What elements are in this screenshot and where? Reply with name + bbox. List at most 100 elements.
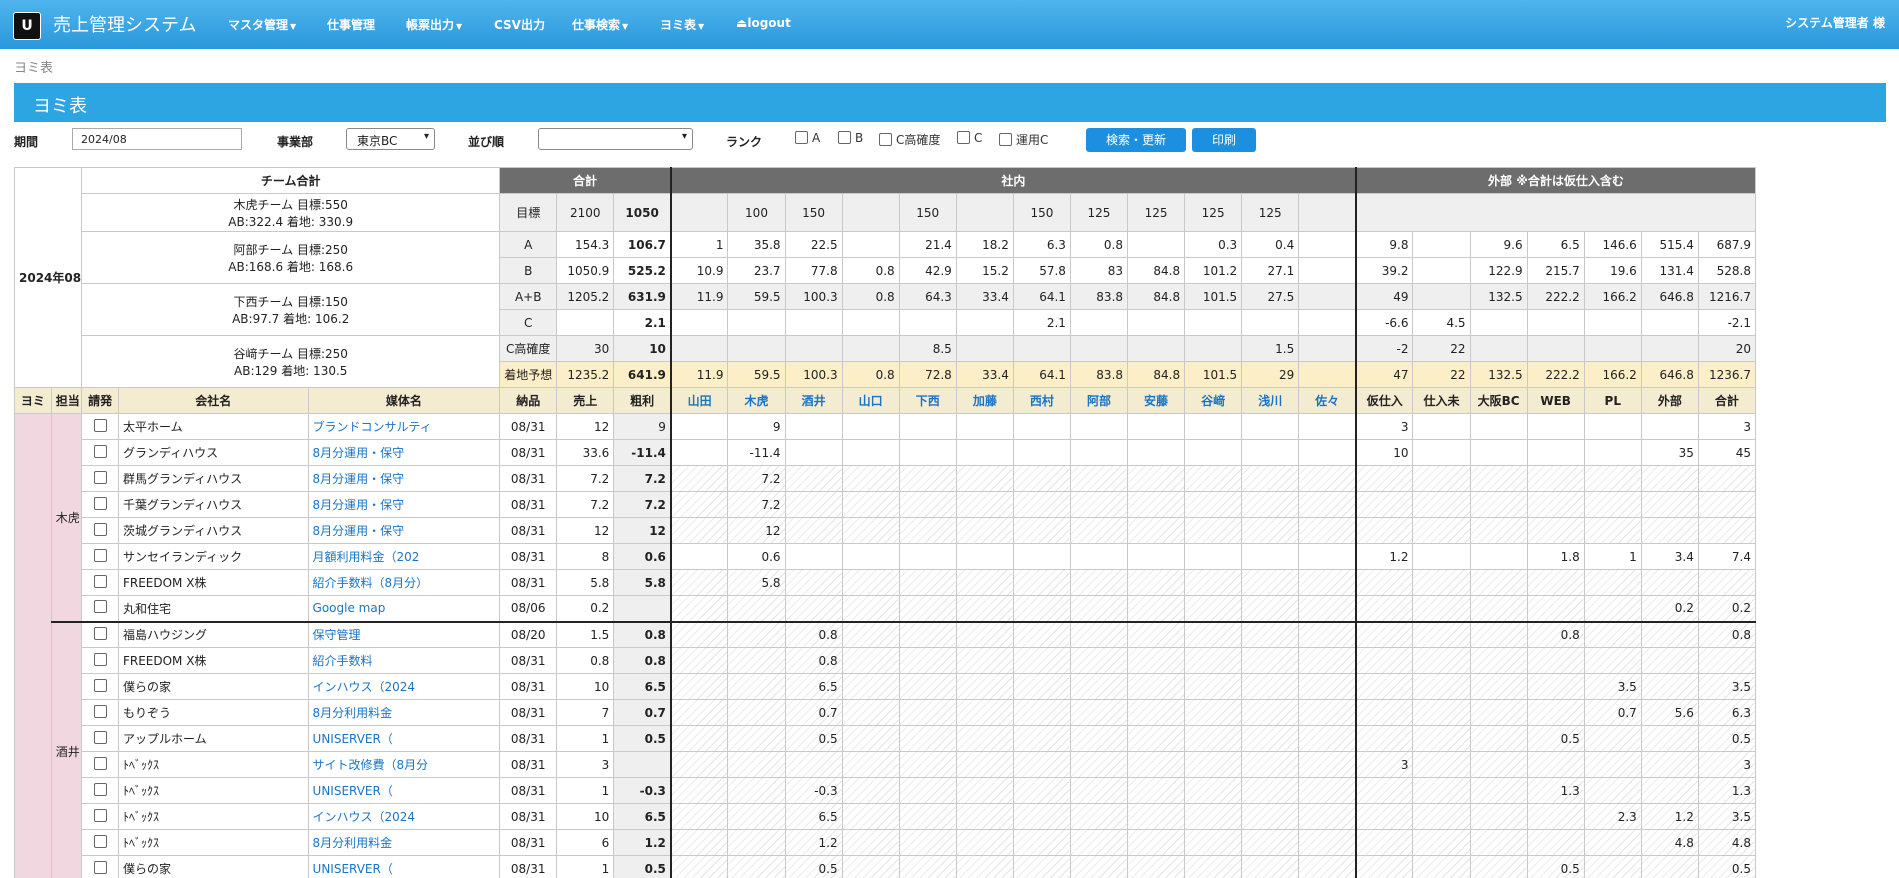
media-link[interactable]: 保守管理 xyxy=(307,620,501,648)
person-column-header[interactable]: 山口 xyxy=(841,387,900,414)
invoice-checkbox-cell[interactable] xyxy=(81,673,119,700)
invoice-checkbox-cell[interactable] xyxy=(81,595,119,622)
person-column-header[interactable]: 浅川 xyxy=(1241,387,1300,414)
rank-checkbox-c-high[interactable]: C高確度 xyxy=(879,131,940,148)
table-row[interactable]: 茨城グランディハウス 8月分運用・保守 08/31 12 12 12 xyxy=(15,517,1756,544)
media-link[interactable]: UNISERVER（ xyxy=(307,855,501,878)
table-row[interactable]: サンセイランディック 月額利用料金（202 08/31 8 0.6 0.6 1.2 1.8 1 3… xyxy=(15,543,1756,570)
invoice-checkbox[interactable] xyxy=(93,756,107,770)
invoice-checkbox-cell[interactable] xyxy=(81,647,119,674)
media-link[interactable]: 8月分利用料金 xyxy=(307,699,501,726)
media-link[interactable]: 紹介手数料 xyxy=(307,647,501,674)
person-column-header[interactable]: 佐々 xyxy=(1298,387,1357,414)
table-row[interactable]: ﾄﾍﾞｯｸｽ サイト改修費（8月分 08/31 3 3 3 xyxy=(15,751,1756,778)
table-row[interactable]: グランディハウス 8月分運用・保守 08/31 33.6 -11.4 -11.4 10 35 4… xyxy=(15,439,1756,466)
invoice-checkbox[interactable] xyxy=(93,860,107,874)
media-link[interactable]: インハウス（2024 xyxy=(307,803,501,830)
table-row[interactable]: 群馬グランディハウス 8月分運用・保守 08/31 7.2 7.2 7.2 xyxy=(15,465,1756,492)
invoice-checkbox[interactable] xyxy=(93,496,107,510)
table-row[interactable]: FREEDOM X株 紹介手数料 08/31 0.8 0.8 0.8 xyxy=(15,647,1756,674)
invoice-checkbox-cell[interactable] xyxy=(81,751,119,778)
person-column-header[interactable]: 西村 xyxy=(1012,387,1071,414)
table-row[interactable]: 丸和住宅 Google map 08/06 0.2 0.2 0.2 xyxy=(15,595,1756,622)
app-title[interactable]: 売上管理システム xyxy=(53,11,196,37)
invoice-checkbox[interactable] xyxy=(93,652,107,666)
invoice-checkbox[interactable] xyxy=(93,834,107,848)
invoice-checkbox[interactable] xyxy=(93,730,107,744)
invoice-checkbox[interactable] xyxy=(93,808,107,822)
table-row[interactable]: 木虎 太平ホーム ブランドコンサルティ 08/31 12 9 9 3 3 xyxy=(14,413,1756,878)
invoice-checkbox-cell[interactable] xyxy=(81,439,119,466)
media-link[interactable]: UNISERVER（ xyxy=(307,777,501,804)
print-button[interactable]: 印刷 xyxy=(1192,128,1256,152)
table-row[interactable]: 千葉グランディハウス 8月分運用・保守 08/31 7.2 7.2 7.2 xyxy=(15,491,1756,518)
invoice-checkbox[interactable] xyxy=(93,444,107,458)
sort-select[interactable]: ▾ xyxy=(538,128,693,150)
nav-csv[interactable]: CSV出力 xyxy=(494,16,545,33)
person-column-header[interactable]: 加藤 xyxy=(955,387,1014,414)
media-link[interactable]: インハウス（2024 xyxy=(307,673,501,700)
division-select[interactable]: 東京BC ▾ xyxy=(346,128,435,150)
person-column-header[interactable]: 山田 xyxy=(669,387,729,414)
table-row[interactable]: 酒井 福島ハウジング 保守管理 08/20 1.5 0.8 0.8 0.8 0.8 xyxy=(15,620,1756,878)
invoice-checkbox[interactable] xyxy=(93,704,107,718)
nav-jobs[interactable]: 仕事管理 xyxy=(327,16,375,33)
media-link[interactable]: ブランドコンサルティ xyxy=(307,413,501,440)
invoice-checkbox[interactable] xyxy=(93,522,107,536)
rank-checkbox-ops-c[interactable]: 運用C xyxy=(999,131,1048,148)
rank-checkbox-b[interactable]: B xyxy=(838,131,863,145)
invoice-checkbox[interactable] xyxy=(93,548,107,562)
table-row[interactable]: FREEDOM X株 紹介手数料（8月分） 08/31 5.8 5.8 5.8 xyxy=(15,569,1756,596)
person-column-header[interactable]: 下西 xyxy=(898,387,957,414)
nav-reports[interactable]: 帳票出力 ▼ xyxy=(406,16,462,33)
rank-checkbox-c[interactable]: C xyxy=(957,131,982,145)
person-column-header[interactable]: 谷﨑 xyxy=(1184,387,1243,414)
table-row[interactable]: アップルホーム UNISERVER（ 08/31 1 0.5 0.5 0.5 0.5 xyxy=(15,725,1756,752)
invoice-checkbox[interactable] xyxy=(93,470,107,484)
person-column-header[interactable]: 木虎 xyxy=(727,387,786,414)
table-row[interactable]: 僕らの家 インハウス（2024 08/31 10 6.5 6.5 3.5 3.5 xyxy=(15,673,1756,700)
app-logo[interactable]: U xyxy=(13,12,41,40)
media-link[interactable]: 8月分運用・保守 xyxy=(307,465,501,492)
invoice-checkbox-cell[interactable] xyxy=(81,777,119,804)
nav-job-search[interactable]: 仕事検索 ▼ xyxy=(572,16,628,33)
invoice-checkbox-cell[interactable] xyxy=(81,413,119,440)
invoice-checkbox-cell[interactable] xyxy=(81,620,119,648)
invoice-checkbox[interactable] xyxy=(93,626,107,640)
invoice-checkbox-cell[interactable] xyxy=(81,829,119,856)
rank-checkbox-a[interactable]: A xyxy=(795,131,820,145)
media-link[interactable]: 8月分運用・保守 xyxy=(307,517,501,544)
media-link[interactable]: 紹介手数料（8月分） xyxy=(307,569,501,596)
media-link[interactable]: サイト改修費（8月分 xyxy=(307,751,501,778)
person-column-header[interactable]: 安藤 xyxy=(1127,387,1186,414)
table-row[interactable]: ﾄﾍﾞｯｸｽ インハウス（2024 08/31 10 6.5 6.5 2.3 1.2 3.5 xyxy=(15,803,1756,830)
invoice-checkbox[interactable] xyxy=(93,782,107,796)
search-update-button[interactable]: 検索・更新 xyxy=(1086,128,1186,152)
invoice-checkbox[interactable] xyxy=(93,574,107,588)
nav-yomi[interactable]: ヨミ表 ▼ xyxy=(660,16,704,33)
person-column-header[interactable]: 阿部 xyxy=(1069,387,1129,414)
invoice-checkbox-cell[interactable] xyxy=(81,543,119,570)
invoice-checkbox-cell[interactable] xyxy=(81,803,119,830)
media-link[interactable]: UNISERVER（ xyxy=(307,725,501,752)
table-row[interactable]: ﾄﾍﾞｯｸｽ UNISERVER（ 08/31 1 -0.3 -0.3 1.3 1.3 xyxy=(15,777,1756,804)
table-row[interactable]: 僕らの家 UNISERVER（ 08/31 1 0.5 0.5 0.5 0.5 xyxy=(15,855,1756,878)
invoice-checkbox[interactable] xyxy=(93,600,107,614)
invoice-checkbox-cell[interactable] xyxy=(81,465,119,492)
invoice-checkbox-cell[interactable] xyxy=(81,517,119,544)
invoice-checkbox[interactable] xyxy=(93,678,107,692)
media-link[interactable]: 8月分利用料金 xyxy=(307,829,501,856)
invoice-checkbox-cell[interactable] xyxy=(81,569,119,596)
table-row[interactable]: もりぞう 8月分利用料金 08/31 7 0.7 0.7 0.7 5.6 6.3 xyxy=(15,699,1756,726)
media-link[interactable]: Google map xyxy=(307,595,501,622)
invoice-checkbox-cell[interactable] xyxy=(81,725,119,752)
invoice-checkbox-cell[interactable] xyxy=(81,491,119,518)
invoice-checkbox-cell[interactable] xyxy=(81,855,119,878)
person-column-header[interactable]: 酒井 xyxy=(784,387,843,414)
invoice-checkbox-cell[interactable] xyxy=(81,699,119,726)
nav-logout[interactable]: ⏏logout xyxy=(736,16,791,30)
period-input[interactable]: 2024/08 xyxy=(72,128,242,150)
media-link[interactable]: 月額利用料金（202 xyxy=(307,543,501,570)
user-name[interactable]: システム管理者 様 xyxy=(1785,14,1885,31)
media-link[interactable]: 8月分運用・保守 xyxy=(307,439,501,466)
